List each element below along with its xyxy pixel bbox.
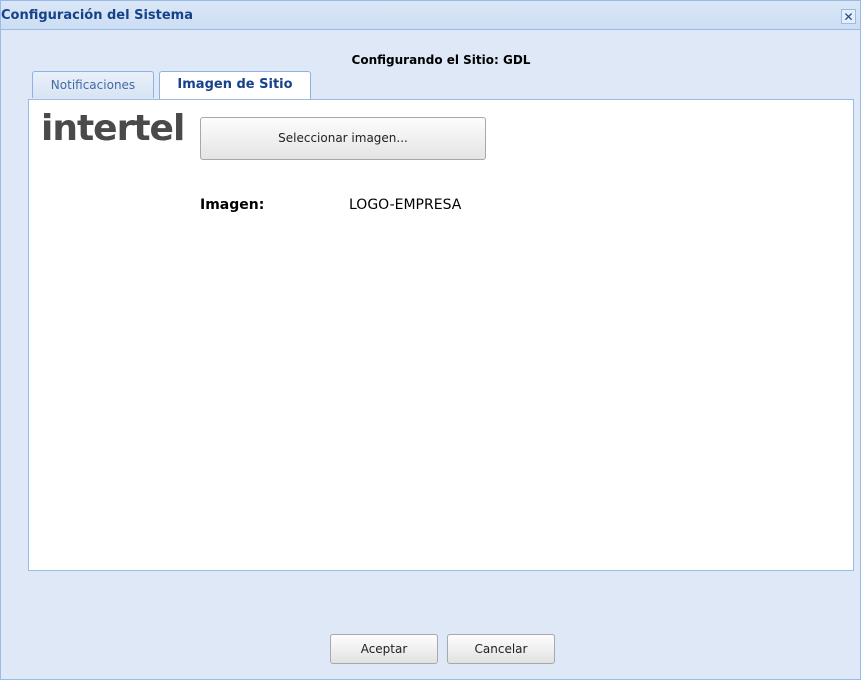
company-logo: intertel <box>41 108 185 149</box>
dialog-title: Configuración del Sistema <box>1 8 193 23</box>
select-image-button[interactable]: Seleccionar imagen... <box>200 117 486 160</box>
dialog-titlebar[interactable]: Configuración del Sistema ✕ <box>1 1 860 30</box>
image-label: Imagen: <box>200 197 265 213</box>
site-image-panel: intertel Seleccionar imagen... Imagen: L… <box>28 99 854 571</box>
cancel-button[interactable]: Cancelar <box>447 634 555 664</box>
config-dialog: Configuración del Sistema ✕ Configurando… <box>0 0 861 680</box>
site-subtitle: Configurando el Sitio: GDL <box>351 53 531 67</box>
logo-text: intertel <box>41 108 185 149</box>
image-value: LOGO-EMPRESA <box>349 197 462 213</box>
tab-notificaciones[interactable]: Notificaciones <box>32 71 154 98</box>
tab-imagen-de-sitio[interactable]: Imagen de Sitio <box>159 71 311 100</box>
accept-button[interactable]: Aceptar <box>330 634 438 664</box>
close-icon[interactable]: ✕ <box>841 9 856 24</box>
tab-bar: Notificaciones Imagen de Sitio <box>28 71 854 100</box>
